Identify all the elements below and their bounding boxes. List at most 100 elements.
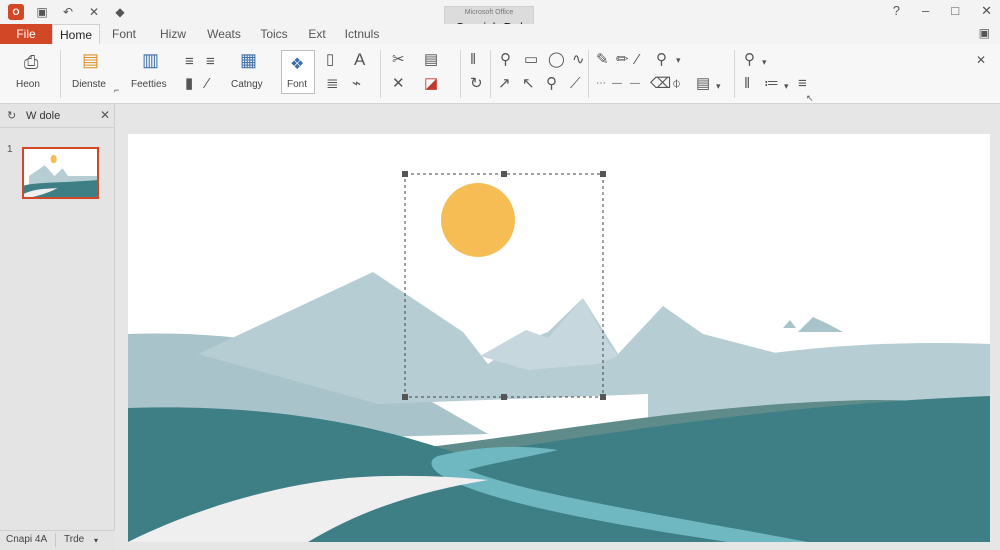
category-icon[interactable]: ▦ [240, 51, 257, 69]
layout-icon[interactable]: ▥ [142, 51, 159, 69]
tag-icon[interactable]: ⌽ [672, 76, 681, 92]
tab-font[interactable]: Font [104, 24, 144, 44]
delete-icon[interactable]: ✕ [392, 76, 405, 92]
align-left-icon[interactable]: ≡ [185, 54, 194, 70]
close-pane-button[interactable]: ✕ [100, 108, 110, 122]
thumbnail-image [24, 149, 97, 197]
save-icon[interactable]: ▣ [34, 4, 50, 20]
pin-icon[interactable]: ◆ [112, 4, 128, 20]
align-center-icon[interactable]: ≡ [206, 54, 215, 70]
oval-icon[interactable]: ◯ [548, 52, 565, 68]
search-icon[interactable]: ⚲ [500, 52, 511, 68]
distant-peak [798, 317, 843, 332]
shape-fill-icon[interactable]: ◪ [424, 76, 438, 92]
curve-icon[interactable]: ∿ [572, 52, 585, 68]
close-window-button[interactable]: ✕ [981, 3, 992, 19]
catngy-label[interactable]: Catngy [231, 79, 263, 90]
magnify-icon[interactable]: ⚲ [656, 52, 667, 68]
tab-ext[interactable]: Ext [302, 24, 332, 44]
ribbon-divider [588, 50, 589, 98]
ribbon-options-icon[interactable]: ▣ [979, 26, 990, 40]
bullets-icon[interactable]: ≔ [764, 76, 779, 92]
arrow-icon[interactable]: ↗ [498, 76, 511, 92]
save-small-icon[interactable]: ▮ [185, 76, 193, 92]
tab-home[interactable]: Home [52, 24, 100, 44]
rectangle-icon[interactable]: ▭ [524, 52, 538, 68]
paint-icon[interactable]: ⌁ [352, 76, 361, 92]
tab-ictnuls[interactable]: Ictnuls [338, 24, 386, 44]
resize-handle-tr[interactable] [600, 171, 606, 177]
resize-handle-tl[interactable] [402, 171, 408, 177]
status-right[interactable]: Trde [64, 534, 84, 545]
find-icon[interactable]: ⚲ [744, 52, 755, 68]
tab-file[interactable]: File [0, 24, 52, 44]
pointer-icon[interactable]: ↖ [522, 76, 535, 92]
line-tool-icon[interactable]: ⟋ [570, 76, 581, 92]
text-style-icon[interactable]: A [354, 51, 365, 68]
paste-icon[interactable]: ⎙ [24, 53, 38, 71]
maximize-button[interactable]: □ [951, 3, 959, 19]
slide[interactable] [128, 134, 990, 542]
font-label: Font [287, 79, 308, 90]
slides-pane-header: ↻ W dole ✕ [0, 104, 115, 128]
ribbon-tabs: File Home Font Hizw Weats Toics Ext Ictn… [0, 24, 1000, 44]
pencil-icon[interactable]: ✏ [616, 52, 629, 68]
font-button[interactable]: ❖ Font [281, 50, 315, 94]
zoom-icon[interactable]: ⚲ [546, 76, 557, 92]
resize-handle-bm[interactable] [501, 394, 507, 400]
status-divider [55, 533, 56, 547]
new-slide-icon[interactable]: ▤ [82, 51, 99, 69]
dropdown-icon-2[interactable]: ▾ [716, 78, 721, 94]
app-name: Microsoft Office [464, 9, 514, 16]
bracket-icon[interactable]: ‖ [470, 52, 476, 68]
window-controls: ? – □ ✕ [893, 3, 992, 19]
more-icon[interactable]: ⋯ [596, 76, 606, 92]
eraser-icon[interactable]: ⌫ [650, 76, 671, 92]
undo-icon[interactable]: ↶ [60, 4, 76, 20]
distant-peak [783, 320, 796, 328]
cut-icon[interactable]: ✂ [392, 52, 405, 68]
ribbon-divider [734, 50, 735, 98]
columns-icon[interactable]: ‖ [744, 76, 750, 92]
font-icon: ❖ [290, 56, 305, 73]
tab-weats[interactable]: Weats [202, 24, 246, 44]
feetties-label[interactable]: Feetties [131, 79, 167, 90]
document-icon[interactable]: ▯ [326, 52, 334, 68]
status-left[interactable]: Cnapi 4A [6, 534, 47, 545]
slide-number: 1 [7, 144, 13, 155]
marker-icon[interactable]: ⁄ [636, 52, 639, 68]
small-arrow-icon: ⌐ [114, 85, 120, 95]
dropdown-icon[interactable]: ▾ [676, 52, 681, 68]
list-box-icon[interactable]: ▤ [696, 76, 710, 92]
resize-handle-bl[interactable] [402, 394, 408, 400]
close-ribbon-icon[interactable]: ✕ [976, 52, 986, 68]
minimize-button[interactable]: – [922, 3, 929, 19]
line-style-icon-2[interactable]: — [630, 76, 640, 92]
help-button[interactable]: ? [893, 3, 900, 19]
heon-label: Heon [16, 79, 40, 90]
pen-icon[interactable]: ✎ [596, 52, 609, 68]
dienste-label[interactable]: Dienste [72, 79, 106, 90]
status-dropdown-icon[interactable]: ▾ [94, 536, 98, 545]
table-icon[interactable]: ▤ [424, 52, 438, 68]
resize-handle-tm[interactable] [501, 171, 507, 177]
slide-illustration [128, 171, 990, 542]
sun[interactable] [441, 183, 515, 257]
ribbon-divider [490, 50, 491, 98]
tab-toics[interactable]: Toics [254, 24, 294, 44]
format-icon[interactable]: ⁄ [206, 76, 209, 92]
status-bar: Cnapi 4A Trde ▾ [0, 530, 115, 550]
resize-handle-br[interactable] [600, 394, 606, 400]
redo-icon[interactable]: ✕ [86, 4, 102, 20]
pane-icon: ↻ [7, 110, 17, 122]
ribbon: ⎙ Heon ▤ Dienste ⌐ ▥ Feetties ≡ ≡ ▮ ⁄ ▦ … [0, 44, 1000, 104]
ribbon-divider [60, 50, 61, 98]
dropdown-icon-4[interactable]: ▾ [784, 78, 789, 94]
app-logo-icon: O [8, 4, 24, 20]
tab-hizw[interactable]: Hizw [152, 24, 194, 44]
list-icon[interactable]: ≣ [326, 76, 339, 92]
rotate-icon[interactable]: ↻ [470, 76, 483, 92]
line-style-icon[interactable]: — [612, 76, 622, 92]
dropdown-icon-3[interactable]: ▾ [762, 54, 767, 70]
slide-thumbnail[interactable] [22, 147, 99, 199]
